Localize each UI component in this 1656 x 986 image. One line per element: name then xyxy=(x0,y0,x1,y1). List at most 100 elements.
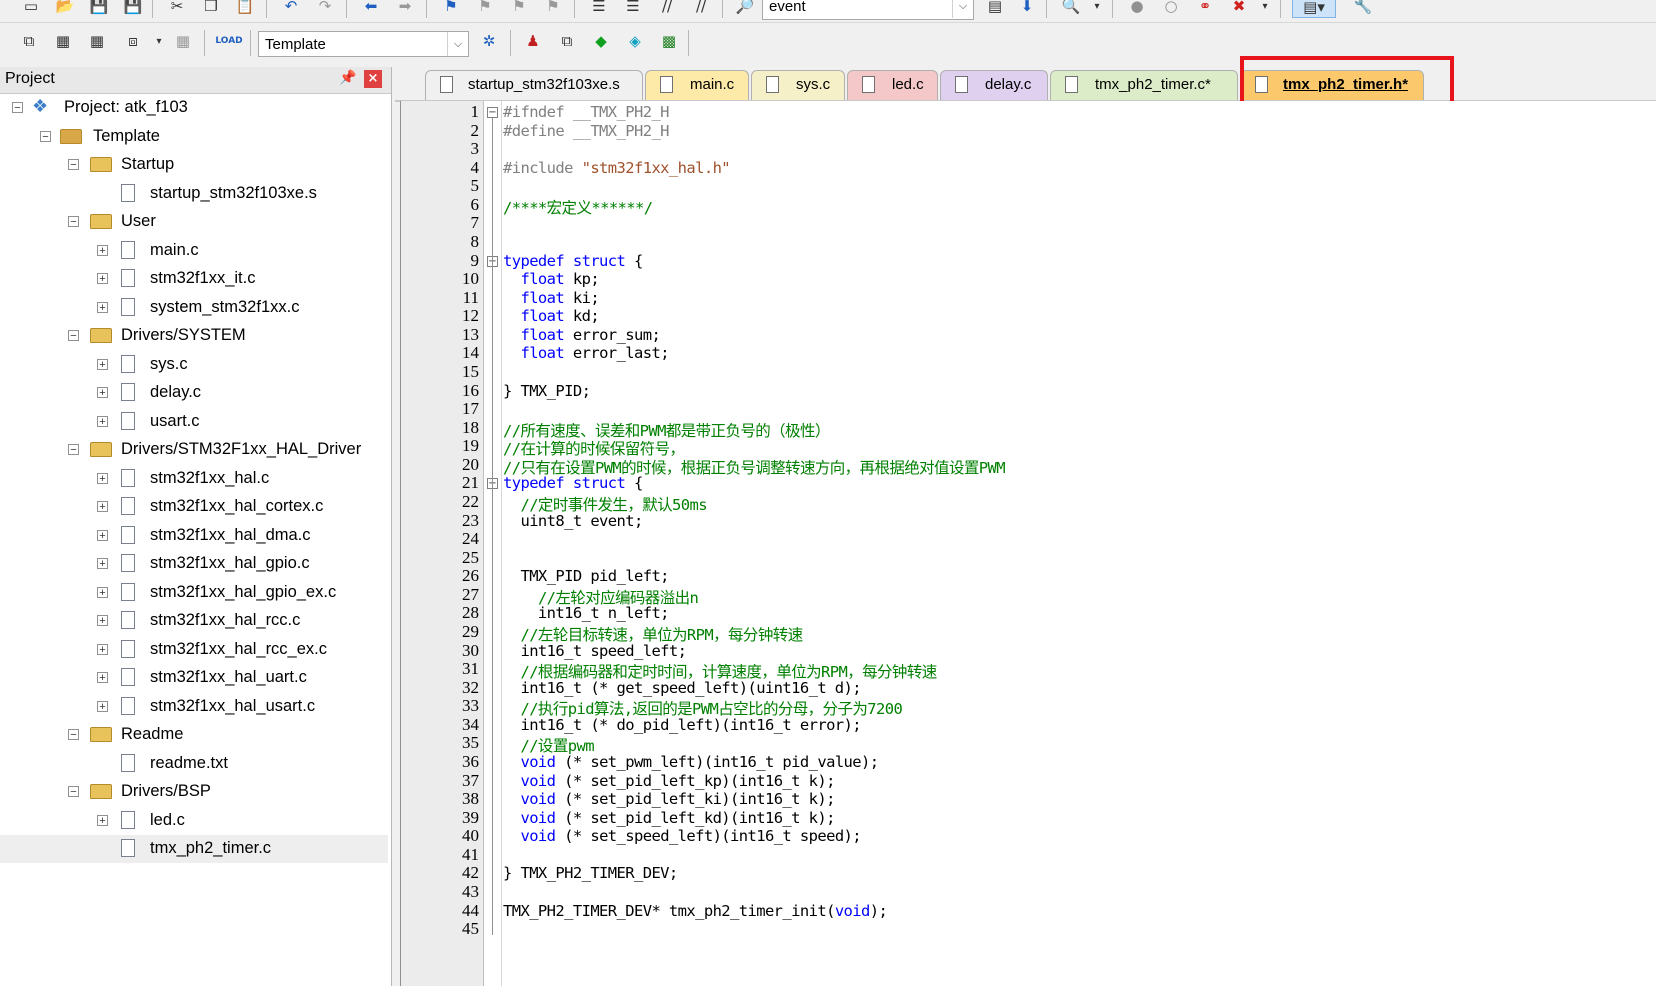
tree-file-item[interactable]: + led.c xyxy=(0,807,388,835)
undo-icon[interactable]: ↶ xyxy=(280,0,302,16)
expand-icon[interactable]: + xyxy=(97,672,108,684)
tree-file-item[interactable]: + stm32f1xx_hal_rcc_ex.c xyxy=(0,636,388,664)
tree-file-item[interactable]: + stm32f1xx_hal_cortex.c xyxy=(0,493,388,521)
code-line[interactable]: } TMX_PID; xyxy=(503,382,591,400)
editor-tab[interactable]: delay.c xyxy=(940,70,1048,100)
code-line[interactable]: void (* set_speed_left)(int16_t speed); xyxy=(503,827,861,845)
code-line[interactable]: void (* set_pid_left_ki)(int16_t k); xyxy=(503,790,835,808)
code-line[interactable]: int16_t (* get_speed_left)(uint16_t d); xyxy=(503,679,861,697)
expand-icon[interactable]: + xyxy=(97,387,108,399)
tree-file-item[interactable]: + main.c xyxy=(0,237,388,265)
code-line[interactable]: /****宏定义******/ xyxy=(503,196,653,218)
event-recorder-icon[interactable]: ▩ xyxy=(658,31,680,51)
tree-file-item[interactable]: + stm32f1xx_hal.c xyxy=(0,465,388,493)
code-line[interactable]: void (* set_pid_left_kp)(int16_t k); xyxy=(503,772,835,790)
code-line[interactable]: typedef struct { xyxy=(503,474,643,492)
unindent-icon[interactable]: ☰ xyxy=(622,0,644,16)
paste-icon[interactable]: 📋 xyxy=(234,0,256,16)
nav-forward-icon[interactable]: ➡ xyxy=(394,0,416,16)
code-line[interactable]: float error_sum; xyxy=(503,326,660,344)
manage-rte-icon[interactable]: ◈ xyxy=(624,31,646,51)
tree-file-item[interactable]: + sys.c xyxy=(0,351,388,379)
collapse-icon[interactable]: − xyxy=(40,130,51,142)
tree-file-item[interactable]: + delay.c xyxy=(0,379,388,407)
tree-file-item[interactable]: + stm32f1xx_hal_dma.c xyxy=(0,522,388,550)
fold-collapse-icon[interactable]: − xyxy=(487,107,498,118)
next-bookmark-icon[interactable]: ⚑ xyxy=(508,0,530,16)
code-line[interactable]: #include "stm32f1xx_hal.h" xyxy=(503,159,731,177)
find-in-files-icon[interactable]: 🔎 xyxy=(734,0,756,16)
incremental-find-icon[interactable]: ▤ xyxy=(984,0,1006,16)
expand-icon[interactable]: + xyxy=(97,501,108,513)
tree-file-item[interactable]: + stm32f1xx_hal_uart.c xyxy=(0,664,388,692)
find-icon[interactable]: ⬇ xyxy=(1016,0,1038,16)
save-all-icon[interactable]: 💾 xyxy=(122,0,144,16)
editor-tab[interactable]: tmx_ph2_timer.c* xyxy=(1050,70,1238,100)
code-line[interactable]: float ki; xyxy=(503,289,599,307)
collapse-icon[interactable]: − xyxy=(12,102,23,114)
expand-icon[interactable]: + xyxy=(97,700,108,712)
rebuild-icon[interactable]: ▦ xyxy=(86,31,108,51)
bookmark-icon[interactable]: ⚑ xyxy=(440,0,462,16)
copy-icon[interactable]: ❐ xyxy=(200,0,222,16)
expand-icon[interactable]: + xyxy=(97,415,108,427)
debug-start-icon[interactable]: 🔍 xyxy=(1060,0,1082,16)
find-combo[interactable]: event ⌵ xyxy=(762,0,974,20)
indent-icon[interactable]: ☰ xyxy=(588,0,610,16)
code-line[interactable]: typedef struct { xyxy=(503,252,643,270)
tree-file-item[interactable]: + usart.c xyxy=(0,408,388,436)
build-icon[interactable]: ▦ xyxy=(52,31,74,51)
code-line[interactable]: float error_last; xyxy=(503,344,669,362)
chevron-down-icon[interactable]: ▾ xyxy=(148,31,170,51)
code-line[interactable]: #ifndef __TMX_PH2_H xyxy=(503,103,670,121)
code-line[interactable]: } TMX_PH2_TIMER_DEV; xyxy=(503,864,678,882)
chevron-down-icon[interactable]: ⌵ xyxy=(952,0,973,18)
expand-icon[interactable]: + xyxy=(97,814,108,826)
tree-folder-item[interactable]: − Readme xyxy=(0,721,388,749)
tree-file-item[interactable]: startup_stm32f103xe.s xyxy=(0,180,388,208)
close-icon[interactable]: × xyxy=(364,70,382,88)
download-load-icon[interactable]: LOAD xyxy=(215,31,242,51)
expand-icon[interactable]: + xyxy=(97,529,108,541)
chevron-down-icon[interactable]: ⌵ xyxy=(447,32,468,56)
tree-project-item[interactable]: − ❖ Project: atk_f103 xyxy=(0,94,388,122)
pack-installer-icon[interactable]: ◆ xyxy=(590,31,612,51)
editor-tab[interactable]: sys.c xyxy=(751,70,845,100)
code-editor[interactable]: 1 2 3 4 5 6 7 8 9 10 11 12 13 14 15 16 17 18 19 20 21 22 23 24 2… xyxy=(400,101,1656,986)
code-line[interactable]: int16_t speed_left; xyxy=(503,642,687,660)
uncomment-icon[interactable]: // xyxy=(690,0,712,16)
tree-file-item[interactable]: + stm32f1xx_hal_gpio_ex.c xyxy=(0,579,388,607)
tree-folder-item[interactable]: − User xyxy=(0,208,388,236)
collapse-icon[interactable]: − xyxy=(68,330,79,342)
editor-tab[interactable]: startup_stm32f103xe.s xyxy=(425,70,643,100)
collapse-icon[interactable]: − xyxy=(68,786,79,798)
kill-breakpoints-icon[interactable]: ✖ xyxy=(1228,0,1250,16)
code-line[interactable]: uint8_t event; xyxy=(503,512,643,530)
select-software-packs-icon[interactable]: ⧉ xyxy=(556,31,578,51)
chevron-down-icon[interactable]: ▾ xyxy=(1254,0,1276,16)
window-layout-icon[interactable]: ▤▾ xyxy=(1292,0,1336,18)
code-line[interactable]: void (* set_pwm_left)(int16_t pid_value)… xyxy=(503,753,879,771)
stop-build-icon[interactable]: ▦ xyxy=(172,31,194,51)
collapse-icon[interactable]: − xyxy=(68,159,79,171)
code-line[interactable]: float kd; xyxy=(503,307,599,325)
prev-bookmark-icon[interactable]: ⚑ xyxy=(474,0,496,16)
open-file-icon[interactable]: 📂 xyxy=(54,0,76,16)
code-line[interactable]: TMX_PID pid_left; xyxy=(503,567,669,585)
breakpoint-icon[interactable]: ● xyxy=(1126,0,1148,16)
code-line[interactable]: int16_t n_left; xyxy=(503,604,670,622)
tree-file-item[interactable]: + stm32f1xx_hal_gpio.c xyxy=(0,550,388,578)
expand-icon[interactable]: + xyxy=(97,244,108,256)
cut-icon[interactable]: ✂ xyxy=(166,0,188,16)
tree-folder-item[interactable]: − Drivers/BSP xyxy=(0,778,388,806)
tree-file-item[interactable]: + stm32f1xx_it.c xyxy=(0,265,388,293)
expand-icon[interactable]: + xyxy=(97,273,108,285)
tree-file-item[interactable]: readme.txt xyxy=(0,750,388,778)
pin-icon[interactable]: 📌 xyxy=(339,70,356,86)
save-icon[interactable]: 💾 xyxy=(88,0,110,16)
disable-all-breakpoints-icon[interactable]: ⚭ xyxy=(1194,0,1216,16)
chevron-down-icon[interactable]: ▾ xyxy=(1086,0,1108,16)
clear-bookmarks-icon[interactable]: ⚑ xyxy=(542,0,564,16)
tree-file-item[interactable]: + system_stm32f1xx.c xyxy=(0,294,388,322)
nav-back-icon[interactable]: ⬅ xyxy=(360,0,382,16)
